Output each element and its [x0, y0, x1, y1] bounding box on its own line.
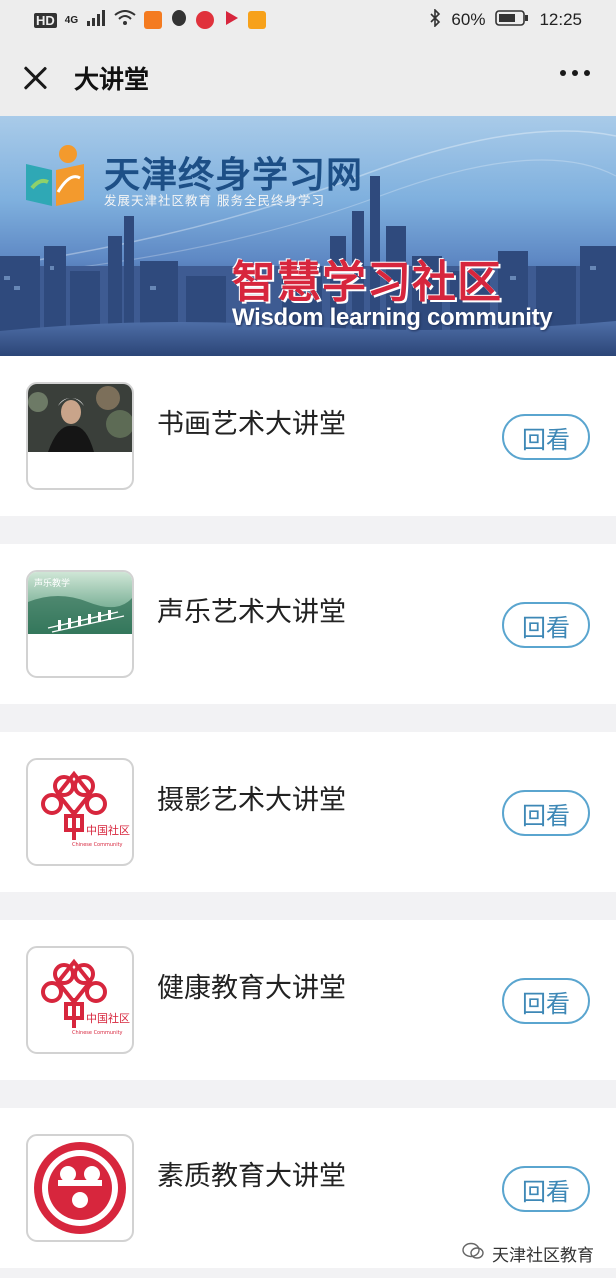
- vocal-music-image: 声乐教学: [28, 572, 132, 634]
- lecture-thumbnail: 中国社区 Chinese Community: [26, 758, 134, 866]
- lecture-title: 书画艺术大讲堂: [157, 409, 346, 440]
- wifi-icon: [114, 9, 136, 31]
- lecture-thumbnail: [26, 1134, 134, 1242]
- replay-button[interactable]: 回看: [502, 978, 590, 1024]
- battery-icon: [495, 9, 529, 32]
- list-item[interactable]: 声乐教学 声乐艺术大讲堂 回看: [0, 544, 616, 704]
- community-logo-en: Chinese Community: [72, 1030, 123, 1036]
- lecture-thumbnail: 中国社区 Chinese Community: [26, 946, 134, 1054]
- status-right: 60% 12:25: [429, 7, 582, 32]
- banner-slogan-en: Wisdom learning community: [232, 304, 553, 331]
- page-title: 大讲堂: [74, 65, 150, 94]
- lecture-thumbnail: 声乐教学: [26, 570, 134, 678]
- replay-button[interactable]: 回看: [502, 790, 590, 836]
- wechat-icon: [462, 1242, 484, 1265]
- china-community-logo: 中国社区 Chinese Community: [41, 770, 130, 848]
- clock: 12:25: [539, 10, 582, 29]
- battery-percent: 60%: [451, 10, 486, 29]
- close-icon[interactable]: [20, 63, 50, 93]
- player-icon: [248, 11, 267, 29]
- replay-button[interactable]: 回看: [502, 1166, 590, 1212]
- banner: 天津终身学习网 发展天津社区教育 服务全民终身学习 智慧学习社区 Wisdom …: [0, 116, 616, 356]
- lecture-thumbnail: [26, 382, 134, 490]
- signal-icon: [86, 9, 106, 31]
- list-item[interactable]: 中国社区 Chinese Community 摄影艺术大讲堂 回看: [0, 732, 616, 892]
- banner-slogan: 智慧学习社区: [232, 257, 502, 308]
- lecture-title: 声乐艺术大讲堂: [157, 597, 346, 628]
- hd-badge: HD: [34, 12, 57, 28]
- lecture-title: 素质教育大讲堂: [157, 1161, 346, 1192]
- community-logo-text: 中国社区: [86, 823, 130, 837]
- china-community-logo: 中国社区 Chinese Community: [41, 958, 130, 1036]
- replay-button[interactable]: 回看: [502, 414, 590, 460]
- qq-icon: [170, 9, 188, 32]
- lecture-title: 摄影艺术大讲堂: [157, 785, 346, 816]
- community-logo-en: Chinese Community: [72, 842, 123, 848]
- more-options-icon[interactable]: [560, 70, 590, 76]
- watermark-text: 天津社区教育: [492, 1246, 594, 1266]
- lecture-title: 健康教育大讲堂: [157, 973, 346, 1004]
- network-badge: 4G: [64, 14, 79, 26]
- portrait-photo-image: [28, 384, 132, 452]
- bluetooth-icon: [429, 7, 441, 32]
- video-icon: [222, 9, 240, 32]
- lecture-list: 书画艺术大讲堂 回看 声乐教学 声乐艺术大讲堂 回看 中国社区 Chinese …: [0, 356, 616, 1268]
- weibo-icon: [196, 11, 215, 29]
- list-item[interactable]: 书画艺术大讲堂 回看: [0, 356, 616, 516]
- site-tagline: 发展天津社区教育 服务全民终身学习: [104, 193, 325, 208]
- nav-bar: 大讲堂: [0, 40, 616, 116]
- community-logo-text: 中国社区: [86, 1011, 130, 1025]
- taobao-icon: [144, 11, 163, 29]
- vocal-label: 声乐教学: [34, 577, 70, 589]
- list-item[interactable]: 中国社区 Chinese Community 健康教育大讲堂 回看: [0, 920, 616, 1080]
- account-watermark: 天津社区教育: [462, 1241, 594, 1266]
- status-bar: HD 4G 60% 12:25: [0, 0, 616, 40]
- replay-button[interactable]: 回看: [502, 602, 590, 648]
- site-logo-icon: [26, 145, 84, 206]
- women-federation-logo: [34, 1142, 126, 1234]
- status-left: HD 4G: [34, 9, 267, 32]
